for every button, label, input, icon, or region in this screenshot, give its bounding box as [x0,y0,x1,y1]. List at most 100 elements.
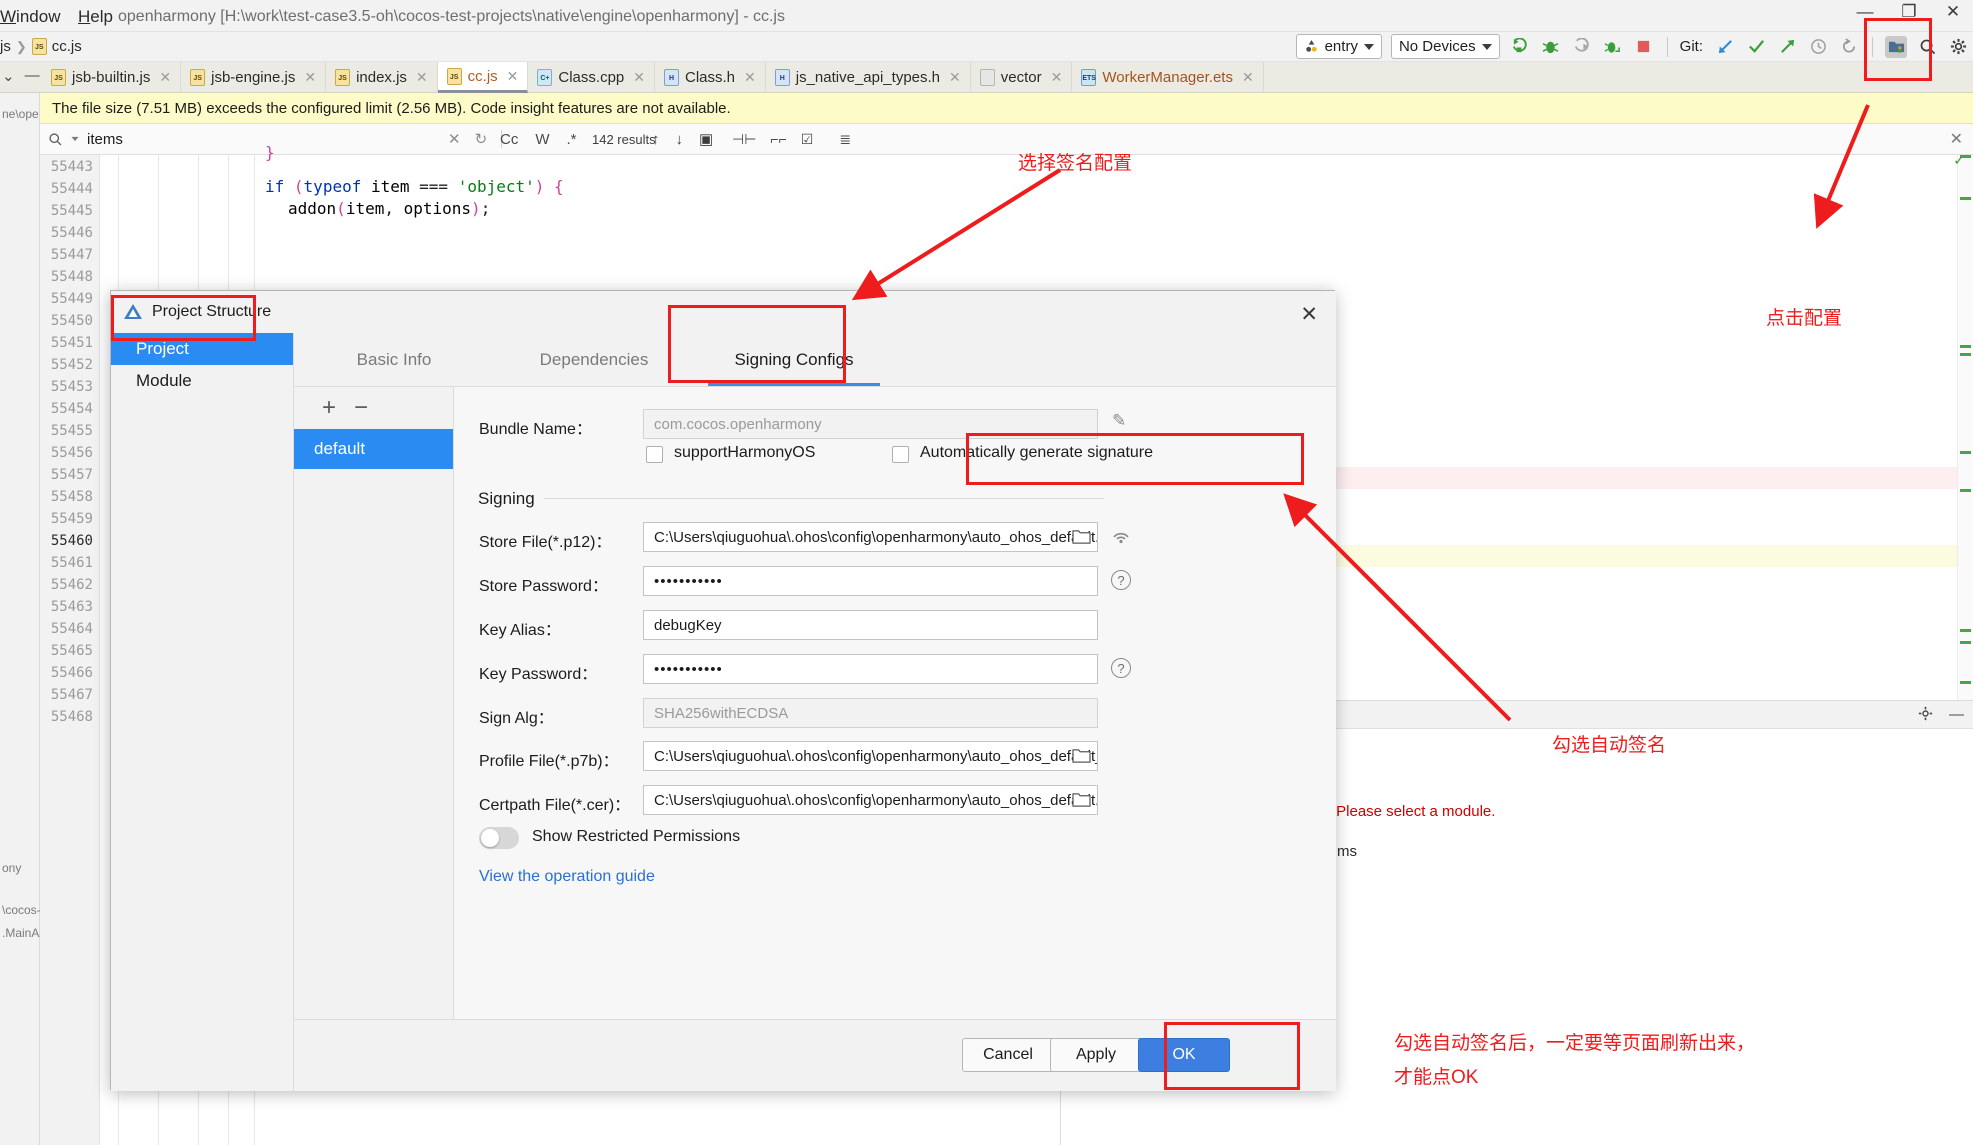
bundle-name-input[interactable]: com.cocos.openharmony [643,409,1098,439]
debug-icon[interactable] [1540,36,1562,58]
chevron-down-icon[interactable] [71,136,79,142]
close-find-icon[interactable]: ✕ [1950,129,1963,149]
sidebar-item-module[interactable]: Module [111,365,293,397]
restore-search-icon[interactable]: ↻ [475,130,488,148]
editor-tab-ccjs[interactable]: JS cc.js ✕ [437,62,529,93]
match-case-toggle[interactable]: Cc [500,131,518,148]
certpath-file-input[interactable]: C:\Users\qiuguohua\.ohos\config\openharm… [643,785,1098,815]
ok-button[interactable]: OK [1138,1038,1230,1072]
edit-pencil-icon[interactable]: ✎ [1112,411,1126,431]
filter-exclude-icon[interactable]: ⌐⌐ [770,131,786,147]
editor-tab-jsb-engine[interactable]: JS jsb-engine.js ✕ [181,62,327,93]
git-commit-icon[interactable] [1745,36,1767,58]
regex-toggle[interactable]: .* [567,131,577,148]
tab-dependencies[interactable]: Dependencies [494,334,694,386]
search-everywhere-icon[interactable] [1916,36,1938,58]
select-all-occurrences-button[interactable]: ▣ [699,130,713,148]
git-update-icon[interactable] [1714,36,1736,58]
run-icon[interactable] [1509,36,1531,58]
editor-tab-index[interactable]: JS index.js ✕ [326,62,438,93]
editor-tab-workermanager[interactable]: ETS WorkerManager.ets ✕ [1072,62,1264,93]
close-icon[interactable]: ✕ [507,68,519,85]
close-button[interactable]: ✕ [1941,2,1965,22]
settings-gear-icon[interactable] [1918,706,1933,725]
sidebar-item-project[interactable]: Project [111,333,293,365]
clear-search-icon[interactable]: ✕ [448,130,461,148]
editor-tab-class-h[interactable]: H Class.h ✕ [655,62,766,93]
maximize-button[interactable]: ❐ [1897,2,1921,22]
results-count: 142 results [592,131,656,147]
cancel-button[interactable]: Cancel [962,1038,1054,1072]
online-signing-icon[interactable] [1111,526,1131,549]
revert-icon[interactable] [1838,36,1860,58]
support-harmonyos-checkbox[interactable] [646,446,663,463]
profile-file-input[interactable]: C:\Users\qiuguohua\.ohos\config\openharm… [643,741,1098,771]
editor-tab-js-native-api-types[interactable]: H js_native_api_types.h ✕ [766,62,971,93]
close-icon[interactable]: ✕ [1242,69,1254,86]
line-number: 55464 [50,621,93,637]
main-toolbar: js ❯ JS cc.js entry No Devices Git: [0,32,1973,62]
store-password-input[interactable]: ••••••••••• [643,566,1098,596]
scroll-marker [1960,629,1971,632]
find-next-button[interactable]: ↓ [676,131,684,148]
add-config-button[interactable]: + [322,394,336,422]
config-item-default[interactable]: default [294,429,453,469]
close-icon[interactable]: ✕ [304,69,316,86]
key-alias-input[interactable]: debugKey [643,610,1098,640]
close-icon[interactable]: ✕ [1300,302,1318,327]
close-icon[interactable]: ✕ [633,69,645,86]
close-icon[interactable]: ✕ [416,69,428,86]
history-icon[interactable] [1807,36,1829,58]
menu-help[interactable]: Help [78,7,113,27]
minimize-icon[interactable]: — [1949,706,1964,725]
breadcrumb-item-js[interactable]: js [0,38,11,55]
filter-in-selection-icon[interactable]: ☑ [801,131,814,148]
js-file-icon: JS [446,67,462,85]
minimize-button[interactable]: — [1853,2,1877,22]
editor-tab-class-cpp[interactable]: C+ Class.cpp ✕ [528,62,655,93]
close-icon[interactable]: ✕ [949,69,961,86]
project-structure-dialog: Project Structure ✕ Project Module Basic… [110,290,1336,1091]
show-restricted-permissions-toggle[interactable] [479,827,519,849]
collapse-icon[interactable]: — [25,67,40,85]
tab-basic-info[interactable]: Basic Info [294,334,494,386]
stop-icon[interactable] [1633,36,1655,58]
auto-generate-signature-checkbox[interactable] [892,446,909,463]
entry-module-icon [1305,39,1317,52]
editor-tab-vector[interactable]: vector ✕ [971,62,1073,93]
settings-gear-icon[interactable] [1947,36,1969,58]
folder-browse-icon[interactable] [1072,528,1091,549]
close-icon[interactable]: ✕ [744,69,756,86]
help-icon[interactable]: ? [1111,570,1131,590]
apply-button[interactable]: Apply [1050,1038,1142,1072]
editor-tab-jsb-builtin[interactable]: JS jsb-builtin.js ✕ [42,62,182,93]
key-password-input[interactable]: ••••••••••• [643,654,1098,684]
chevron-down-icon [1363,43,1374,50]
device-selector[interactable]: No Devices [1390,34,1500,59]
tab-signing-configs[interactable]: Signing Configs [694,334,894,386]
remove-config-button[interactable]: − [354,394,368,422]
profile-icon[interactable] [1571,36,1593,58]
whole-words-toggle[interactable]: W [535,131,549,148]
project-structure-icon[interactable] [1885,35,1907,58]
filter-in-comments-icon[interactable]: ⊣⊢ [732,131,756,148]
folder-browse-icon[interactable] [1072,747,1091,768]
breadcrumb-item-ccjs[interactable]: cc.js [52,38,82,55]
scroll-marker [1960,345,1971,348]
line-number: 55455 [50,423,93,439]
find-previous-button[interactable]: ↑ [652,131,660,148]
menu-window[interactable]: WWindowindow [0,7,60,27]
find-settings-icon[interactable]: ≣ [839,131,851,148]
git-push-icon[interactable] [1776,36,1798,58]
store-file-input[interactable]: C:\Users\qiuguohua\.ohos\config\openharm… [643,522,1098,552]
close-icon[interactable]: ✕ [159,69,171,86]
run-configuration-selector[interactable]: entry [1295,34,1382,59]
folder-browse-icon[interactable] [1072,791,1091,812]
attach-debugger-icon[interactable] [1602,36,1624,58]
close-icon[interactable]: ✕ [1051,69,1063,86]
search-input[interactable]: items [40,131,123,148]
line-number: 55451 [50,335,93,351]
help-icon[interactable]: ? [1111,658,1131,678]
view-operation-guide-link[interactable]: View the operation guide [479,868,655,886]
expand-icon[interactable]: ⌄ [2,67,15,85]
